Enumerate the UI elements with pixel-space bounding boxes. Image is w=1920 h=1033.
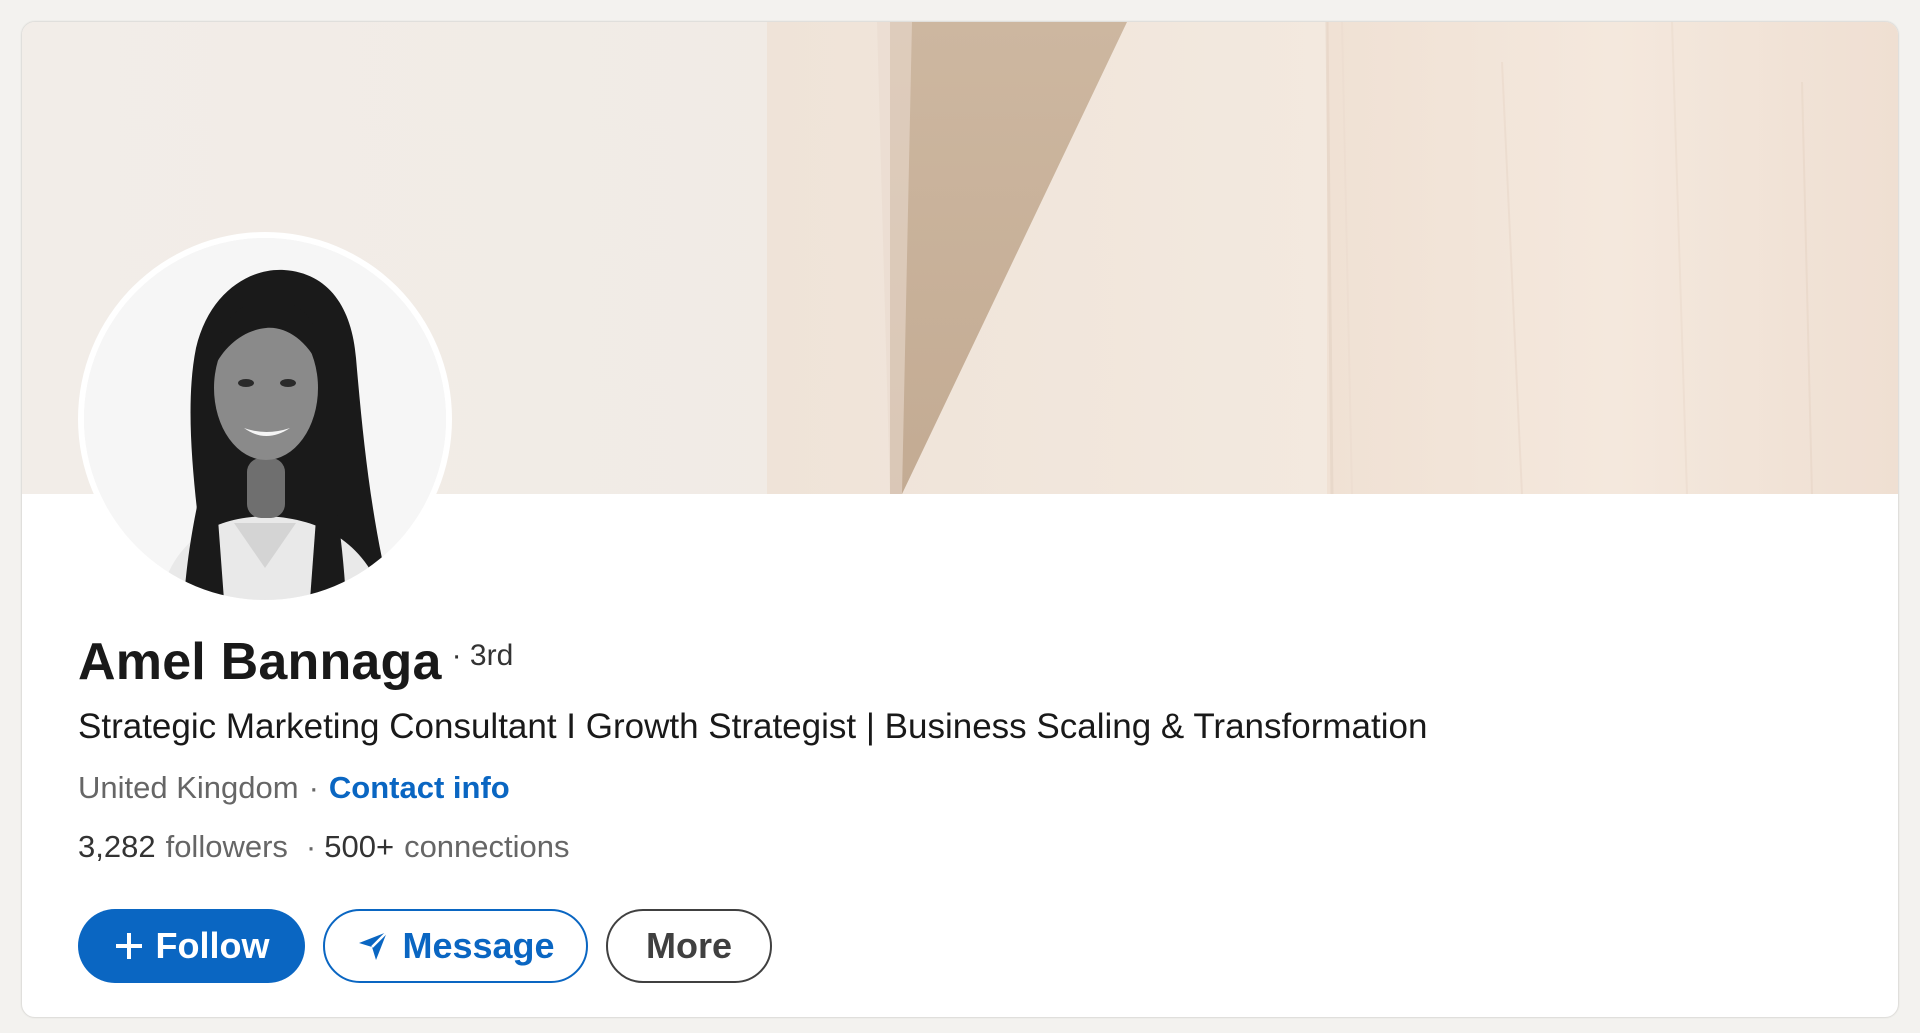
avatar[interactable] (84, 238, 446, 600)
connections-separator: · (305, 829, 317, 864)
profile-location: United Kingdom (78, 770, 299, 805)
profile-headline: Strategic Marketing Consultant I Growth … (78, 707, 1428, 746)
profile-actions: Follow Message More (78, 909, 772, 983)
profile-card: Amel Bannaga · 3rd Strategic Marketing C… (21, 21, 1899, 1018)
location-row: United Kingdom · Contact info (78, 766, 1778, 810)
follow-button[interactable]: Follow (78, 909, 305, 983)
profile-photo (84, 238, 446, 600)
contact-info-link[interactable]: Contact info (329, 766, 510, 810)
message-button[interactable]: Message (323, 909, 588, 983)
connections-count[interactable]: 500+ (324, 825, 394, 869)
more-button[interactable]: More (606, 909, 772, 983)
connections-label[interactable]: connections (404, 825, 569, 869)
profile-photo-frame[interactable] (78, 232, 452, 606)
name-row: Amel Bannaga · 3rd (78, 632, 1778, 700)
plus-icon (114, 931, 144, 961)
followers-label: followers (165, 829, 288, 864)
stats-row: 3,282 followers · 500+ connections (78, 825, 1778, 869)
connection-degree: · 3rd (451, 639, 514, 672)
follow-label: Follow (155, 925, 270, 966)
location-separator: · (308, 770, 319, 805)
more-label: More (645, 925, 732, 966)
followers-count: 3,282 (78, 829, 156, 864)
profile-name: Amel Bannaga (78, 633, 442, 691)
profile-info: Amel Bannaga · 3rd Strategic Marketing C… (78, 632, 1778, 869)
message-label: Message (402, 925, 555, 966)
send-icon (356, 929, 390, 963)
